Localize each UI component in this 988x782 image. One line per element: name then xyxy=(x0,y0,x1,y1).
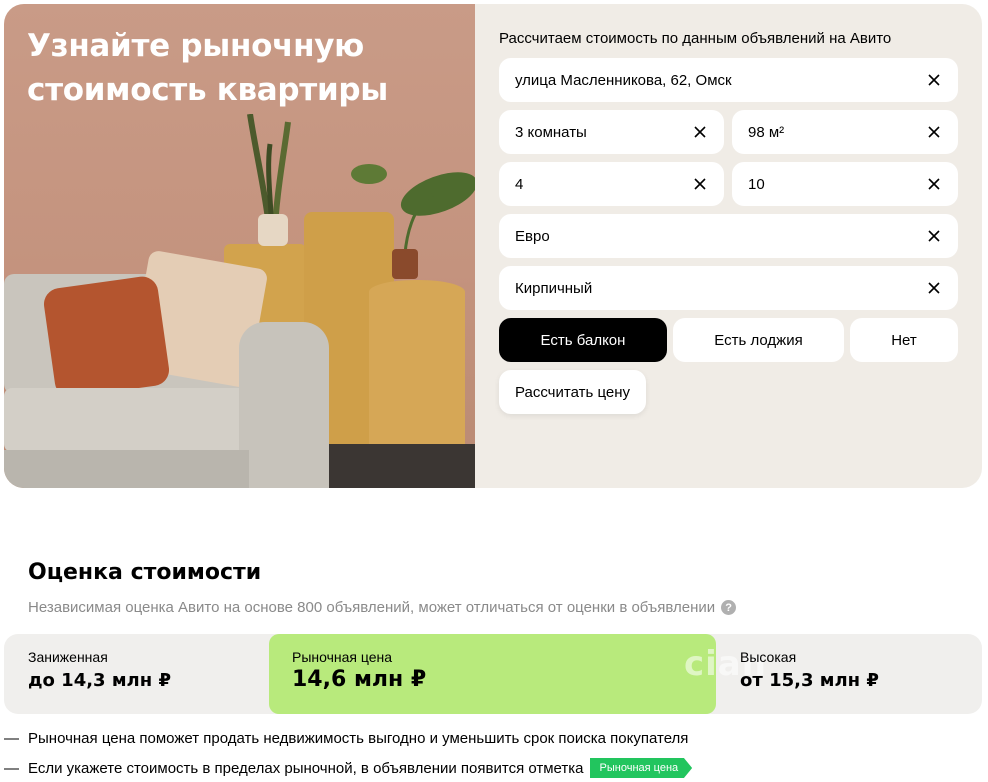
question-circle-icon[interactable]: ? xyxy=(721,600,737,615)
high-price-label: Высокая xyxy=(740,649,797,665)
floor-value: 4 xyxy=(515,175,524,193)
decor-pillar xyxy=(369,280,465,468)
hero-title: Узнайте рыночную стоимость квартиры xyxy=(27,28,389,108)
floor-field[interactable]: 4 xyxy=(499,162,724,206)
rooms-value: 3 комнаты xyxy=(515,123,587,141)
note-item: — Если укажете стоимость в пределах рыно… xyxy=(4,758,693,778)
close-icon[interactable] xyxy=(924,278,944,298)
close-icon[interactable] xyxy=(924,226,944,246)
renovation-value: Евро xyxy=(515,227,550,245)
address-value: улица Масленникова, 62, Омск xyxy=(515,71,732,89)
estimate-title: Оценка стоимости xyxy=(28,560,262,585)
note-item: — Рыночная цена поможет продать недвижим… xyxy=(4,730,688,747)
balcony-option-loggia[interactable]: Есть лоджия xyxy=(673,318,844,362)
pillow-illustration xyxy=(41,274,172,400)
area-value: 98 м² xyxy=(748,123,785,141)
note-text: Если укажете стоимость в пределах рыночн… xyxy=(28,759,584,777)
address-field[interactable]: улица Масленникова, 62, Омск xyxy=(499,58,958,102)
valuation-form: Рассчитаем стоимость по данным объявлени… xyxy=(475,4,982,488)
rooms-field[interactable]: 3 комнаты xyxy=(499,110,724,154)
close-icon[interactable] xyxy=(690,122,710,142)
market-price-block: Рыночная цена 14,6 млн ₽ xyxy=(269,634,716,714)
market-price-label: Рыночная цена xyxy=(292,649,393,665)
form-caption: Рассчитаем стоимость по данным объявлени… xyxy=(499,30,892,47)
calculate-price-button[interactable]: Рассчитать цену xyxy=(499,370,646,414)
hero-image: Узнайте рыночную стоимость квартиры xyxy=(4,4,475,488)
close-icon[interactable] xyxy=(924,70,944,90)
plant-illustration xyxy=(247,114,291,246)
close-icon[interactable] xyxy=(924,174,944,194)
balcony-option-balcony[interactable]: Есть балкон xyxy=(499,318,667,362)
high-price-value: от 15,3 млн ₽ xyxy=(740,670,879,691)
house-type-value: Кирпичный xyxy=(515,279,593,297)
floor-illustration xyxy=(329,444,475,488)
sofa-illustration xyxy=(4,388,249,452)
close-icon[interactable] xyxy=(690,174,710,194)
hero-card: Узнайте рыночную стоимость квартиры Расс… xyxy=(4,4,982,488)
balcony-option-none[interactable]: Нет xyxy=(850,318,958,362)
note-text: Рыночная цена поможет продать недвижимос… xyxy=(28,730,689,747)
renovation-field[interactable]: Евро xyxy=(499,214,958,258)
estimate-subtitle: Независимая оценка Авито на основе 800 о… xyxy=(28,599,737,616)
market-price-value: 14,6 млн ₽ xyxy=(292,667,427,692)
plant-illustration xyxy=(351,164,475,279)
area-field[interactable]: 98 м² xyxy=(732,110,958,154)
estimate-subtitle-text: Независимая оценка Авито на основе 800 о… xyxy=(28,599,716,616)
close-icon[interactable] xyxy=(924,122,944,142)
market-price-badge: Рыночная цена xyxy=(589,758,693,778)
sofa-illustration xyxy=(239,322,329,488)
sofa-illustration xyxy=(4,450,249,488)
note-dash: — xyxy=(4,730,19,747)
floors-total-value: 10 xyxy=(748,175,765,193)
price-range-bar: Заниженная до 14,3 млн ₽ Рыночная цена 1… xyxy=(4,634,982,714)
house-type-field[interactable]: Кирпичный xyxy=(499,266,958,310)
low-price-label: Заниженная xyxy=(28,649,108,665)
low-price-value: до 14,3 млн ₽ xyxy=(28,670,171,691)
note-dash: — xyxy=(4,759,19,777)
floors-total-field[interactable]: 10 xyxy=(732,162,958,206)
